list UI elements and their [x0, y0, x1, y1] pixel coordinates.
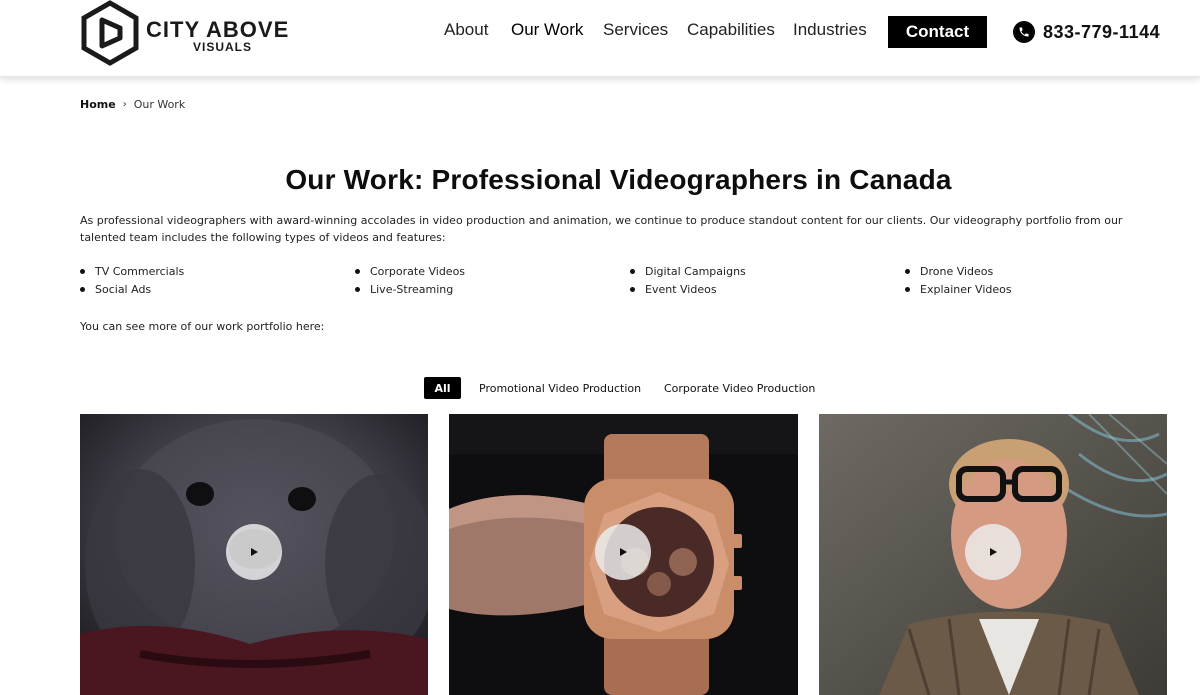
nav-item-industries[interactable]: Industries: [793, 20, 867, 40]
video-card-man[interactable]: [819, 414, 1167, 695]
bullet-icon: [80, 287, 85, 292]
more-work-text: You can see more of our work portfolio h…: [80, 320, 325, 333]
play-icon: [620, 548, 627, 556]
intro-paragraph: As professional videographers with award…: [80, 214, 1123, 244]
feature-label: Event Videos: [645, 283, 717, 296]
nav-item-services[interactable]: Services: [603, 20, 668, 40]
feature-label: Digital Campaigns: [645, 265, 746, 278]
breadcrumb: Home › Our Work: [80, 98, 185, 111]
nav-item-capabilities[interactable]: Capabilities: [687, 20, 775, 40]
video-card-watch[interactable]: [449, 414, 798, 695]
phone-number: 833-779-1144: [1043, 21, 1161, 42]
nav-item-our-work[interactable]: Our Work: [511, 20, 583, 40]
feature-item: Drone Videos: [905, 265, 993, 278]
bullet-icon: [630, 287, 635, 292]
bullet-icon: [355, 287, 360, 292]
breadcrumb-home-link[interactable]: Home: [80, 98, 116, 111]
brand-logo[interactable]: CITY ABOVE VISUALS: [80, 0, 295, 66]
play-icon: [251, 548, 258, 556]
feature-item: Corporate Videos: [355, 265, 465, 278]
page-title: Our Work: Professional Videographers in …: [285, 164, 952, 195]
feature-item: Explainer Videos: [905, 283, 1012, 296]
feature-item: Social Ads: [80, 283, 151, 296]
feature-label: Social Ads: [95, 283, 152, 296]
bullet-icon: [905, 287, 910, 292]
nav-item-about[interactable]: About: [444, 20, 488, 40]
feature-item: TV Commercials: [80, 265, 184, 278]
play-button[interactable]: [226, 524, 282, 580]
feature-label: Drone Videos: [920, 265, 994, 278]
logo-text-visuals: VISUALS: [193, 40, 253, 54]
contact-button[interactable]: Contact: [888, 16, 987, 48]
phone-icon: [1013, 21, 1035, 43]
site-header: CITY ABOVE VISUALS About Our Work Servic…: [0, 0, 1200, 77]
feature-item: Event Videos: [630, 283, 717, 296]
video-card-dog[interactable]: [80, 414, 428, 695]
bullet-icon: [355, 269, 360, 274]
filter-all[interactable]: All: [424, 377, 461, 399]
bullet-icon: [905, 269, 910, 274]
feature-item: Live-Streaming: [355, 283, 453, 296]
logo-mark-icon: [81, 0, 139, 66]
feature-label: Explainer Videos: [920, 283, 1012, 296]
play-icon: [990, 548, 997, 556]
filter-corporate-video-production[interactable]: Corporate Video Production: [664, 377, 815, 399]
phone-link[interactable]: 833-779-1144: [1013, 18, 1160, 46]
feature-label: Live-Streaming: [370, 283, 454, 296]
feature-item: Digital Campaigns: [630, 265, 746, 278]
play-button[interactable]: [595, 524, 651, 580]
breadcrumb-current: Our Work: [133, 98, 186, 111]
bullet-icon: [80, 269, 85, 274]
feature-label: Corporate Videos: [370, 265, 466, 278]
filter-promotional-video-production[interactable]: Promotional Video Production: [479, 377, 641, 399]
feature-label: TV Commercials: [95, 265, 185, 278]
bullet-icon: [630, 269, 635, 274]
play-button[interactable]: [965, 524, 1021, 580]
breadcrumb-separator-icon: ›: [122, 99, 127, 110]
